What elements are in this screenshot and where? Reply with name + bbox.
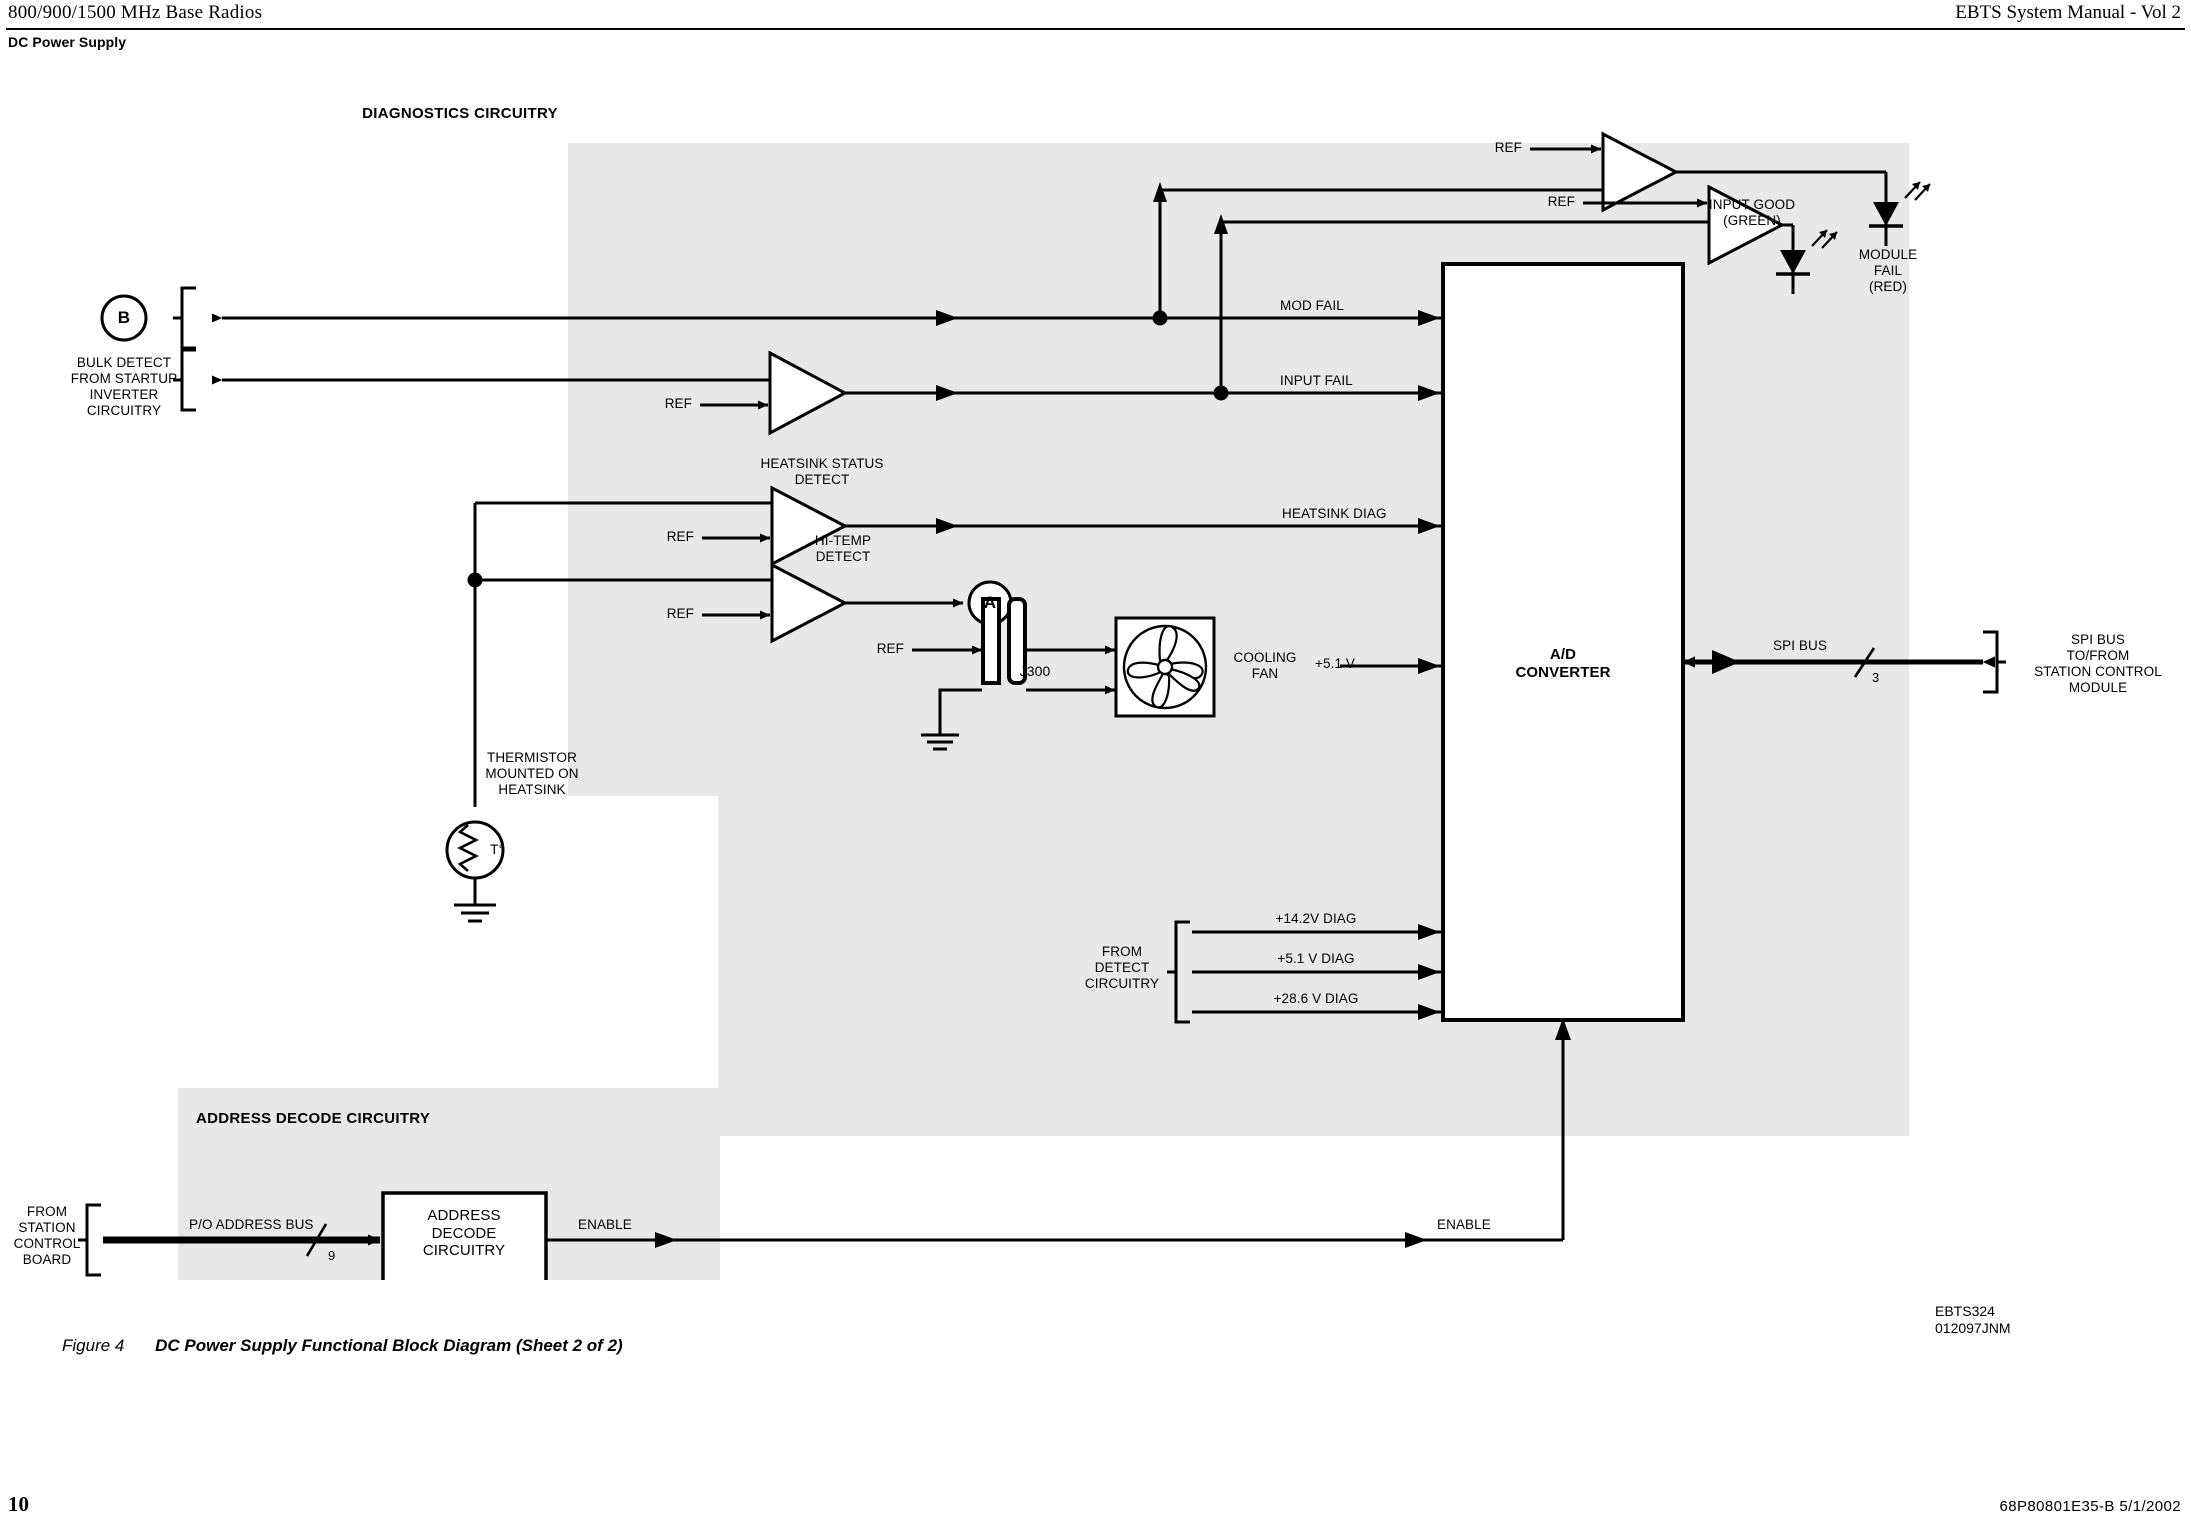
fscb-line-1: FROM [26,1204,68,1219]
address-decode-circuitry-title: ADDRESS DECODE CIRCUITRY [196,1110,431,1127]
drawing-id-line-2: 012097JNM [1935,1319,2011,1336]
document-id: 68P80801E35-B 5/1/2002 [1999,1498,2181,1515]
spi-dest-line-3: STATION CONTROL [2034,663,2162,679]
spi-dest-line-2: TO/FROM [2066,647,2130,663]
ad-converter-line-1: A/D [1549,646,1577,663]
figure-caption: Figure 4 DC Power Supply Functional Bloc… [62,1336,623,1356]
figure-number: Figure 4 [62,1336,125,1355]
connector-a-label: A [983,593,997,612]
signal-heatsink-diag-label: HEATSINK DIAG [1282,506,1387,521]
drawing-id-line-1: EBTS324 [1935,1303,1995,1319]
bulk-detect-source-label: BULK DETECT FROM STARTUP INVERTER CIRCUI… [71,355,177,419]
from-station-control-board-label: FROM STATION CONTROL BOARD [14,1204,81,1268]
signal-spi-bus-label: SPI BUS [1773,638,1827,653]
figure-title: DC Power Supply Functional Block Diagram… [155,1336,623,1355]
ad-converter-block-label: A/D CONVERTER [1515,646,1610,681]
heatsink-status-detect-line-1: HEATSINK STATUS [760,456,884,471]
input-good-led-line-1: INPUT GOOD [1708,197,1796,212]
hi-temp-detect-label: HI-TEMP DETECT [815,533,871,565]
connector-j300-label: J300 [1019,663,1051,679]
junction-thermistor [467,572,483,588]
header-rule [6,28,2185,30]
running-header-right: EBTS System Manual - Vol 2 [1955,2,2181,23]
running-header-left: 800/900/1500 MHz Base Radios [8,2,263,23]
signal-input-fail-label: INPUT FAIL [1280,373,1353,388]
thermistor-note-line-2: MOUNTED ON [485,765,579,781]
junction-input-fail [1213,385,1229,401]
fscb-line-3: CONTROL [13,1235,81,1251]
address-decode-block-line-2: DECODE [431,1224,497,1242]
thermistor-ground-symbol [454,903,496,923]
cooling-fan-center [1156,658,1174,676]
address-decode-block-line-3: CIRCUITRY [422,1242,506,1260]
spi-dest-line-4: MODULE [2068,679,2128,695]
signal-diag-14-2v-label: +14.2V DIAG [1275,911,1357,926]
ref-label-heatsink-status: REF [666,529,694,544]
bulk-detect-line-1: BULK DETECT [76,355,172,370]
from-detect-line-3: CIRCUITRY [1084,975,1160,991]
module-fail-led-line-3: (RED) [1868,278,1907,294]
ref-label-input-good: REF [1547,194,1575,209]
arrow-enable-mid2 [1405,1232,1427,1248]
junction-mod-fail [1152,310,1168,326]
hi-temp-detect-line-2: DETECT [815,548,871,564]
fscb-line-2: STATION [18,1219,76,1235]
module-fail-led-label: MODULE FAIL (RED) [1859,247,1917,295]
module-fail-led-line-2: FAIL [1873,262,1903,278]
signal-diag-28-6v-label: +28.6 V DIAG [1273,991,1359,1006]
address-decode-block-label: ADDRESS DECODE CIRCUITRY [423,1207,505,1260]
signal-mod-fail-label: MOD FAIL [1280,298,1344,313]
from-detect-circuitry-label: FROM DETECT CIRCUITRY [1085,944,1159,992]
address-decode-block-line-1: ADDRESS [427,1207,501,1224]
ref-label-input-fail: REF [664,396,692,411]
bulk-detect-line-4: CIRCUITRY [86,402,162,418]
signal-po-address-bus-label: P/O ADDRESS BUS [189,1217,314,1232]
address-bus-width-label: 9 [328,1248,336,1263]
drawing-identifier: EBTS324 012097JNM [1935,1303,2011,1337]
module-fail-led-line-1: MODULE [1858,247,1918,262]
from-detect-line-1: FROM [1101,944,1143,959]
ref-label-hi-temp: REF [666,606,694,621]
block-diagram: DIAGNOSTICS CIRCUITRY B BULK DETECT FROM… [0,60,2191,1280]
thermistor-note-line-3: HEATSINK [498,781,566,797]
spi-dest-line-1: SPI BUS [2071,632,2125,647]
thermistor-symbol-label: T° [490,841,505,857]
diagnostics-circuitry-title: DIAGNOSTICS CIRCUITRY [362,105,558,122]
from-detect-line-2: DETECT [1094,959,1150,975]
cooling-fan-label: COOLING FAN [1234,650,1297,682]
signal-enable-in-label: ENABLE [1437,1217,1491,1232]
input-good-led-line-2: (GREEN) [1723,212,1781,228]
spi-bus-bracket [1983,630,2006,694]
heatsink-status-detect-label: HEATSINK STATUS DETECT [760,456,883,488]
thermistor-note-line-1: THERMISTOR [486,750,577,765]
bulk-detect-line-2: FROM STARTUP [70,370,178,386]
ref-label-module-fail: REF [1494,140,1522,155]
ad-converter-line-2: CONVERTER [1515,663,1611,681]
signal-diag-5-1v-label: +5.1 V DIAG [1277,951,1355,966]
hi-temp-detect-line-1: HI-TEMP [814,533,872,548]
spi-bus-destination-label: SPI BUS TO/FROM STATION CONTROL MODULE [2034,632,2162,696]
ref-label-fan: REF [876,641,904,656]
station-control-board-bracket [78,1203,101,1277]
signal-5-1v-label: +5.1 V [1315,656,1356,671]
bulk-detect-line-3: INVERTER [89,386,159,402]
cooling-fan-line-1: COOLING [1233,650,1297,665]
diagram-vector-layer [78,131,2006,1280]
section-title: DC Power Supply [8,34,127,50]
page-number: 10 [8,1492,29,1516]
heatsink-status-detect-line-2: DETECT [794,471,850,487]
signal-enable-out-label: ENABLE [578,1217,632,1232]
connector-b-label: B [117,308,131,327]
cooling-fan-line-2: FAN [1251,665,1279,681]
spi-bus-width-label: 3 [1872,670,1880,685]
ad-converter-block [1441,262,1685,1022]
fscb-line-4: BOARD [22,1251,72,1267]
thermistor-note-label: THERMISTOR MOUNTED ON HEATSINK [485,750,578,798]
document-page: 800/900/1500 MHz Base Radios EBTS System… [0,0,2191,1525]
input-good-led-label: INPUT GOOD (GREEN) [1709,197,1795,229]
bulk-detect-bracket-upper [173,286,196,350]
